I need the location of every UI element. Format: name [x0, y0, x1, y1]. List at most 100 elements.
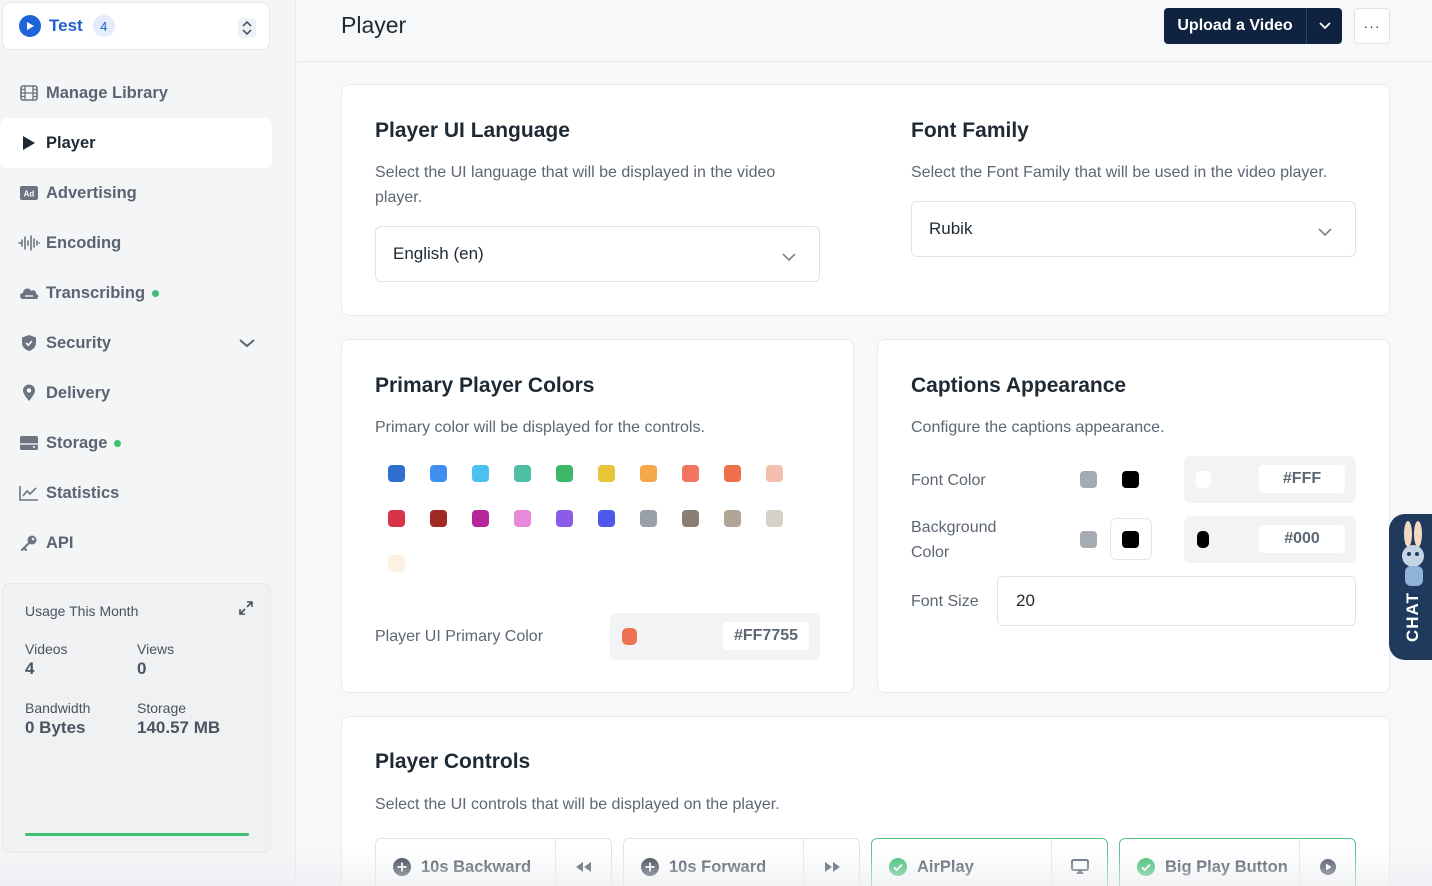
color-swatch[interactable] — [388, 555, 405, 572]
color-swatch[interactable] — [430, 510, 447, 527]
font-family-title: Font Family — [911, 119, 1029, 142]
videos-value: 4 — [25, 659, 35, 678]
primary-colors-description: Primary color will be displayed for the … — [375, 419, 705, 436]
control-toggle-airplay[interactable]: AirPlay — [871, 838, 1108, 886]
color-swatch[interactable] — [514, 510, 531, 527]
background-color-option-black[interactable] — [1122, 531, 1139, 548]
primary-colors-title: Primary Player Colors — [375, 374, 595, 397]
background-color-label: Background Color — [911, 515, 996, 565]
sidebar-item-label: Encoding — [46, 233, 122, 252]
expand-icon[interactable] — [238, 600, 254, 621]
storage-icon — [18, 432, 40, 454]
background-color-chip[interactable] — [1197, 531, 1209, 548]
chevron-down-icon[interactable] — [1306, 8, 1342, 44]
more-options-button[interactable]: ··· — [1354, 8, 1390, 44]
color-swatch[interactable] — [640, 465, 657, 482]
usage-progress-bar — [25, 833, 249, 836]
sidebar-item-player[interactable]: Player — [0, 118, 272, 168]
color-swatch[interactable] — [388, 465, 405, 482]
color-swatch[interactable] — [556, 510, 573, 527]
language-desc-line: Select the UI language that will be disp… — [375, 164, 776, 181]
chevron-down-icon[interactable] — [238, 335, 256, 354]
control-toggle-big-play-button[interactable]: Big Play Button — [1119, 838, 1356, 886]
font-color-option-gray[interactable] — [1080, 471, 1097, 488]
sidebar-item-advertising[interactable]: Ad Advertising — [0, 168, 272, 218]
check-circle-icon — [1137, 858, 1155, 881]
chat-label: CHAT — [1403, 592, 1422, 642]
sidebar-item-manage-library[interactable]: Manage Library — [0, 68, 272, 118]
background-color-field[interactable]: #000 — [1184, 516, 1356, 563]
primary-color-field[interactable]: #FF7755 — [610, 613, 820, 660]
captions-description: Configure the captions appearance. — [911, 419, 1165, 436]
font-size-input[interactable]: 20 — [997, 576, 1356, 626]
sidebar-item-security[interactable]: Security — [0, 318, 272, 368]
background-color-option-gray[interactable] — [1080, 531, 1097, 548]
color-swatch[interactable] — [514, 465, 531, 482]
font-family-select[interactable]: Rubik — [911, 201, 1356, 257]
color-swatch[interactable] — [472, 465, 489, 482]
color-swatch[interactable] — [766, 465, 783, 482]
plus-circle-icon — [393, 858, 411, 881]
upload-video-button[interactable]: Upload a Video — [1164, 8, 1342, 44]
views-label: Views — [137, 641, 175, 657]
bandwidth-value: 0 Bytes — [25, 718, 86, 737]
sidebar-item-statistics[interactable]: Statistics — [0, 468, 272, 518]
views-value: 0 — [137, 659, 147, 678]
key-icon — [18, 532, 40, 554]
ad-icon: Ad — [18, 182, 40, 204]
library-name: Test — [49, 16, 83, 35]
videos-label: Videos — [25, 641, 68, 657]
sidebar-item-storage[interactable]: Storage — [0, 418, 272, 468]
color-swatch[interactable] — [724, 465, 741, 482]
chevron-updown-icon — [237, 17, 257, 44]
sidebar-nav: Manage Library Player Ad Advertising Enc… — [0, 68, 272, 568]
control-toggle-10s-forward[interactable]: 10s Forward — [623, 838, 860, 886]
sidebar-item-label: Statistics — [46, 483, 120, 502]
color-swatch[interactable] — [682, 510, 699, 527]
sidebar-item-api[interactable]: API — [0, 518, 272, 568]
primary-color-hex[interactable]: #FF7755 — [723, 622, 809, 650]
airplay-icon — [1051, 839, 1107, 886]
control-label: 10s Backward — [421, 858, 532, 876]
primary-color-chip[interactable] — [622, 628, 637, 645]
font-family-select-value: Rubik — [929, 219, 973, 238]
primary-color-label: Player UI Primary Color — [375, 628, 544, 645]
color-swatch[interactable] — [724, 510, 741, 527]
color-swatch[interactable] — [430, 465, 447, 482]
captions-title: Captions Appearance — [911, 374, 1127, 397]
play-circle-icon — [19, 15, 41, 37]
sidebar-item-label: Player — [46, 133, 96, 152]
library-selector[interactable]: Test 4 — [2, 2, 270, 50]
color-swatch[interactable] — [598, 510, 615, 527]
background-color-hex[interactable]: #000 — [1259, 525, 1345, 553]
storage-label: Storage — [137, 700, 187, 716]
color-swatch[interactable] — [640, 510, 657, 527]
language-font-card: Player UI Language Select the UI languag… — [341, 84, 1390, 316]
font-color-option-black[interactable] — [1122, 471, 1139, 488]
language-title: Player UI Language — [375, 119, 570, 142]
sidebar-item-label: Manage Library — [46, 83, 168, 102]
sidebar-item-encoding[interactable]: Encoding — [0, 218, 272, 268]
color-swatch[interactable] — [388, 510, 405, 527]
control-label: AirPlay — [917, 858, 974, 876]
language-select[interactable]: English (en) — [375, 226, 820, 282]
font-color-hex[interactable]: #FFF — [1259, 465, 1345, 493]
film-icon — [18, 82, 40, 104]
color-swatch[interactable] — [556, 465, 573, 482]
font-color-field[interactable]: #FFF — [1184, 456, 1356, 503]
font-color-chip[interactable] — [1196, 471, 1211, 488]
color-swatch[interactable] — [598, 465, 615, 482]
chat-widget-tab[interactable]: CHAT — [1389, 514, 1432, 660]
sidebar-item-delivery[interactable]: Delivery — [0, 368, 272, 418]
control-toggle-10s-backward[interactable]: 10s Backward — [375, 838, 612, 886]
color-swatch[interactable] — [682, 465, 699, 482]
check-circle-icon — [889, 858, 907, 881]
sidebar-item-transcribing[interactable]: Transcribing — [0, 268, 272, 318]
chevron-down-icon — [1317, 222, 1333, 242]
sidebar-item-label: Transcribing — [46, 283, 146, 302]
sidebar-item-label: Storage — [46, 433, 108, 452]
sidebar: Test 4 Manage Library Player Ad Advertis… — [0, 0, 296, 886]
color-swatch[interactable] — [766, 510, 783, 527]
rewind-icon — [555, 839, 611, 886]
color-swatch[interactable] — [472, 510, 489, 527]
